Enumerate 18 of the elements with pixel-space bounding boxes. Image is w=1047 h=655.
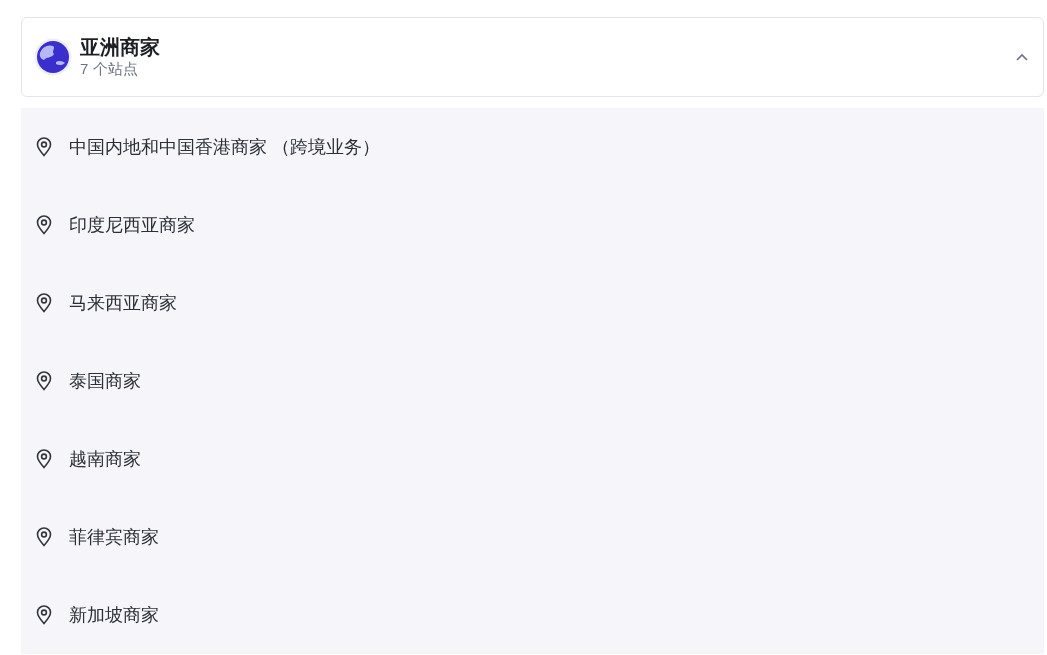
group-title: 亚洲商家	[80, 35, 161, 60]
site-item[interactable]: 泰国商家	[21, 342, 1044, 420]
globe-icon	[34, 38, 72, 76]
location-pin-icon	[35, 605, 53, 625]
site-item[interactable]: 越南商家	[21, 420, 1044, 498]
location-pin-icon	[35, 293, 53, 313]
site-item[interactable]: 菲律宾商家	[21, 498, 1044, 576]
group-header[interactable]: 亚洲商家 7 个站点	[21, 17, 1044, 97]
site-item[interactable]: 马来西亚商家	[21, 264, 1044, 342]
site-item[interactable]: 中国内地和中国香港商家 （跨境业务）	[21, 108, 1044, 186]
site-item[interactable]: 新加坡商家	[21, 576, 1044, 654]
location-pin-icon	[35, 371, 53, 391]
location-pin-icon	[35, 527, 53, 547]
site-item[interactable]: 印度尼西亚商家	[21, 186, 1044, 264]
location-pin-icon	[35, 449, 53, 469]
location-pin-icon	[35, 137, 53, 157]
location-pin-icon	[35, 215, 53, 235]
site-count: 7 个站点	[80, 59, 139, 79]
